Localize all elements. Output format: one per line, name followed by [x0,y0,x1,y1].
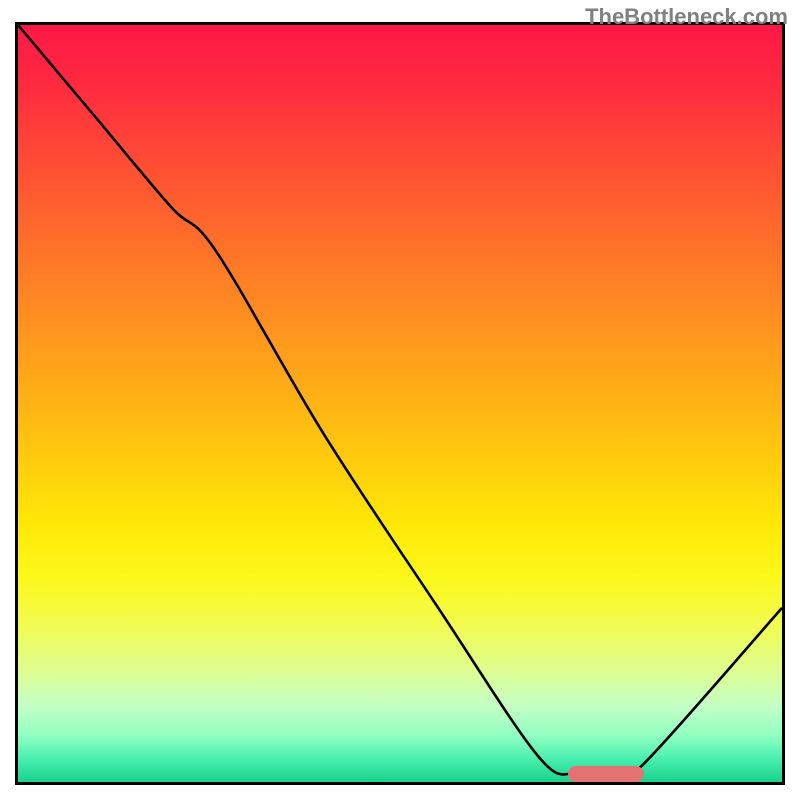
watermark-text: TheBottleneck.com [585,4,788,30]
ideal-range-marker [568,766,644,782]
bottleneck-curve [18,25,782,782]
plot-area [15,22,785,785]
